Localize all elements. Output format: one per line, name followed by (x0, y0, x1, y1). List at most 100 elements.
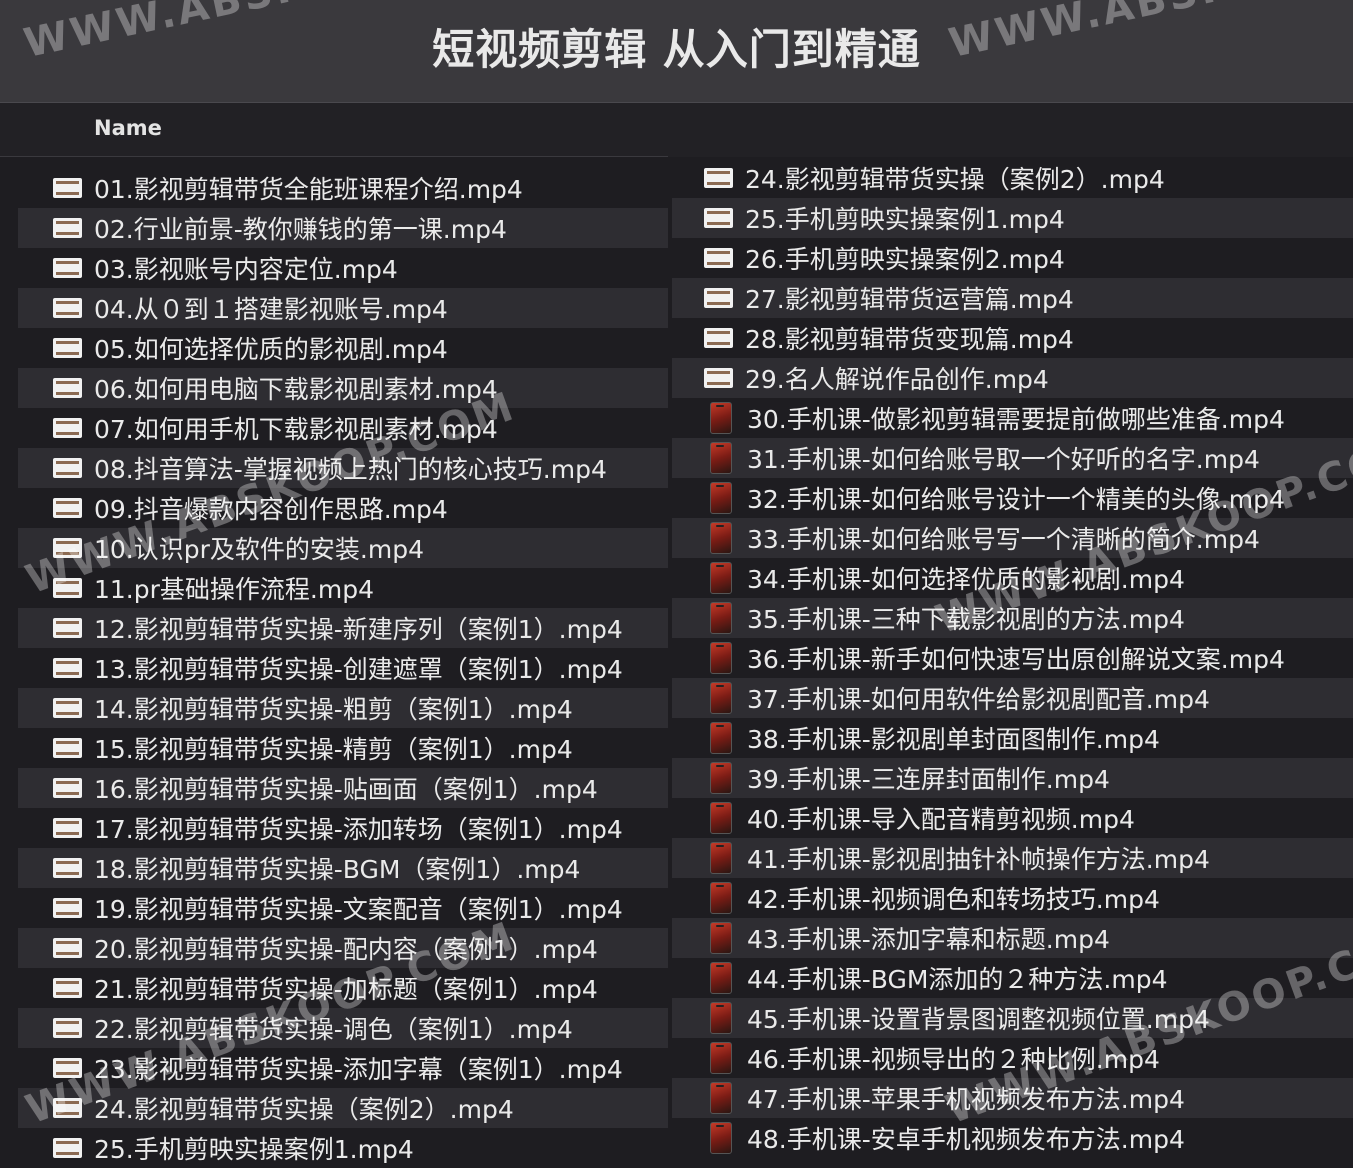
video-thumbnail-icon (704, 328, 733, 348)
file-row[interactable]: 05.如何选择优质的影视剧.mp4 (18, 328, 668, 368)
video-thumbnail-icon (53, 618, 82, 638)
file-name: 17.影视剪辑带货实操-添加转场（案例1）.mp4 (94, 815, 623, 844)
phone-thumbnail-icon (710, 522, 732, 554)
video-thumbnail-icon (53, 498, 82, 518)
file-row[interactable]: 29.名人解说作品创作.mp4 (672, 358, 1353, 398)
file-name: 13.影视剪辑带货实操-创建遮罩（案例1）.mp4 (94, 655, 623, 684)
file-row[interactable]: 40.手机课-导入配音精剪视频.mp4 (672, 798, 1353, 838)
file-row[interactable]: 25.手机剪映实操案例1.mp4 (18, 1128, 668, 1168)
name-column-header[interactable]: Name (94, 116, 162, 140)
phone-thumbnail-icon (710, 722, 732, 754)
file-row[interactable]: 31.手机课-如何给账号取一个好听的名字.mp4 (672, 438, 1353, 478)
file-name: 38.手机课-影视剧单封面图制作.mp4 (747, 725, 1160, 754)
file-name: 12.影视剪辑带货实操-新建序列（案例1）.mp4 (94, 615, 623, 644)
video-thumbnail-icon (53, 778, 82, 798)
file-row[interactable]: 09.抖音爆款内容创作思路.mp4 (18, 488, 668, 528)
phone-thumbnail-icon (710, 882, 732, 914)
file-name: 28.影视剪辑带货变现篇.mp4 (745, 325, 1074, 354)
video-thumbnail-icon (53, 858, 82, 878)
file-name: 24.影视剪辑带货实操（案例2）.mp4 (745, 165, 1165, 194)
file-row[interactable]: 28.影视剪辑带货变现篇.mp4 (672, 318, 1353, 358)
file-row[interactable]: 15.影视剪辑带货实操-精剪（案例1）.mp4 (18, 728, 668, 768)
file-row[interactable]: 03.影视账号内容定位.mp4 (18, 248, 668, 288)
file-name: 26.手机剪映实操案例2.mp4 (745, 245, 1065, 274)
file-row[interactable]: 02.行业前景-教你赚钱的第一课.mp4 (18, 208, 668, 248)
phone-thumbnail-icon (710, 802, 732, 834)
video-thumbnail-icon (53, 698, 82, 718)
file-row[interactable]: 27.影视剪辑带货运营篇.mp4 (672, 278, 1353, 318)
video-thumbnail-icon (704, 248, 733, 268)
phone-thumbnail-icon (710, 642, 732, 674)
video-thumbnail-icon (53, 1138, 82, 1158)
file-row[interactable]: 42.手机课-视频调色和转场技巧.mp4 (672, 878, 1353, 918)
file-name: 14.影视剪辑带货实操-粗剪（案例1）.mp4 (94, 695, 573, 724)
file-row[interactable]: 38.手机课-影视剧单封面图制作.mp4 (672, 718, 1353, 758)
video-thumbnail-icon (53, 298, 82, 318)
phone-thumbnail-icon (710, 1122, 732, 1154)
file-row[interactable]: 24.影视剪辑带货实操（案例2）.mp4 (672, 158, 1353, 198)
file-name: 31.手机课-如何给账号取一个好听的名字.mp4 (747, 445, 1260, 474)
header-divider (0, 156, 668, 157)
video-thumbnail-icon (704, 168, 733, 188)
file-row[interactable]: 13.影视剪辑带货实操-创建遮罩（案例1）.mp4 (18, 648, 668, 688)
file-row[interactable]: 48.手机课-安卓手机视频发布方法.mp4 (672, 1118, 1353, 1158)
phone-thumbnail-icon (710, 562, 732, 594)
file-row[interactable]: 06.如何用电脑下载影视剧素材.mp4 (18, 368, 668, 408)
video-thumbnail-icon (53, 418, 82, 438)
phone-thumbnail-icon (710, 922, 732, 954)
file-name: 36.手机课-新手如何快速写出原创解说文案.mp4 (747, 645, 1285, 674)
file-row[interactable]: 18.影视剪辑带货实操-BGM（案例1）.mp4 (18, 848, 668, 888)
file-row[interactable]: 36.手机课-新手如何快速写出原创解说文案.mp4 (672, 638, 1353, 678)
file-name: 15.影视剪辑带货实操-精剪（案例1）.mp4 (94, 735, 573, 764)
video-thumbnail-icon (53, 738, 82, 758)
phone-thumbnail-icon (710, 682, 732, 714)
file-name: 40.手机课-导入配音精剪视频.mp4 (747, 805, 1135, 834)
file-name: 39.手机课-三连屏封面制作.mp4 (747, 765, 1110, 794)
video-thumbnail-icon (53, 258, 82, 278)
file-row[interactable]: 16.影视剪辑带货实操-贴画面（案例1）.mp4 (18, 768, 668, 808)
phone-thumbnail-icon (710, 962, 732, 994)
file-name: 20.影视剪辑带货实操-配内容（案例1）.mp4 (94, 935, 598, 964)
video-thumbnail-icon (53, 1018, 82, 1038)
file-name: 06.如何用电脑下载影视剧素材.mp4 (94, 375, 498, 404)
video-thumbnail-icon (704, 288, 733, 308)
phone-thumbnail-icon (710, 762, 732, 794)
video-thumbnail-icon (704, 208, 733, 228)
file-row[interactable]: 20.影视剪辑带货实操-配内容（案例1）.mp4 (18, 928, 668, 968)
file-name: 30.手机课-做影视剪辑需要提前做哪些准备.mp4 (747, 405, 1285, 434)
file-row[interactable]: 37.手机课-如何用软件给影视剧配音.mp4 (672, 678, 1353, 718)
file-row[interactable]: 14.影视剪辑带货实操-粗剪（案例1）.mp4 (18, 688, 668, 728)
phone-thumbnail-icon (710, 1082, 732, 1114)
file-row[interactable]: 17.影视剪辑带货实操-添加转场（案例1）.mp4 (18, 808, 668, 848)
file-row[interactable]: 26.手机剪映实操案例2.mp4 (672, 238, 1353, 278)
phone-thumbnail-icon (710, 602, 732, 634)
file-row[interactable]: 25.手机剪映实操案例1.mp4 (672, 198, 1353, 238)
video-thumbnail-icon (53, 938, 82, 958)
video-thumbnail-icon (53, 178, 82, 198)
file-name: 03.影视账号内容定位.mp4 (94, 255, 398, 284)
file-row[interactable]: 41.手机课-影视剧抽针补帧操作方法.mp4 (672, 838, 1353, 878)
video-thumbnail-icon (53, 818, 82, 838)
file-name: 25.手机剪映实操案例1.mp4 (745, 205, 1065, 234)
video-thumbnail-icon (53, 458, 82, 478)
file-name: 43.手机课-添加字幕和标题.mp4 (747, 925, 1110, 954)
file-name: 02.行业前景-教你赚钱的第一课.mp4 (94, 215, 507, 244)
video-thumbnail-icon (53, 338, 82, 358)
video-thumbnail-icon (53, 978, 82, 998)
file-name: 01.影视剪辑带货全能班课程介绍.mp4 (94, 175, 523, 204)
file-name: 37.手机课-如何用软件给影视剧配音.mp4 (747, 685, 1210, 714)
file-name: 41.手机课-影视剧抽针补帧操作方法.mp4 (747, 845, 1210, 874)
video-thumbnail-icon (704, 368, 733, 388)
file-row[interactable]: 43.手机课-添加字幕和标题.mp4 (672, 918, 1353, 958)
file-row[interactable]: 39.手机课-三连屏封面制作.mp4 (672, 758, 1353, 798)
file-row[interactable]: 12.影视剪辑带货实操-新建序列（案例1）.mp4 (18, 608, 668, 648)
file-row[interactable]: 19.影视剪辑带货实操-文案配音（案例1）.mp4 (18, 888, 668, 928)
file-row[interactable]: 01.影视剪辑带货全能班课程介绍.mp4 (18, 168, 668, 208)
file-row[interactable]: 04.从０到１搭建影视账号.mp4 (18, 288, 668, 328)
video-thumbnail-icon (53, 218, 82, 238)
phone-thumbnail-icon (710, 1042, 732, 1074)
file-row[interactable]: 30.手机课-做影视剪辑需要提前做哪些准备.mp4 (672, 398, 1353, 438)
video-thumbnail-icon (53, 658, 82, 678)
file-name: 24.影视剪辑带货实操（案例2）.mp4 (94, 1095, 514, 1124)
phone-thumbnail-icon (710, 1002, 732, 1034)
